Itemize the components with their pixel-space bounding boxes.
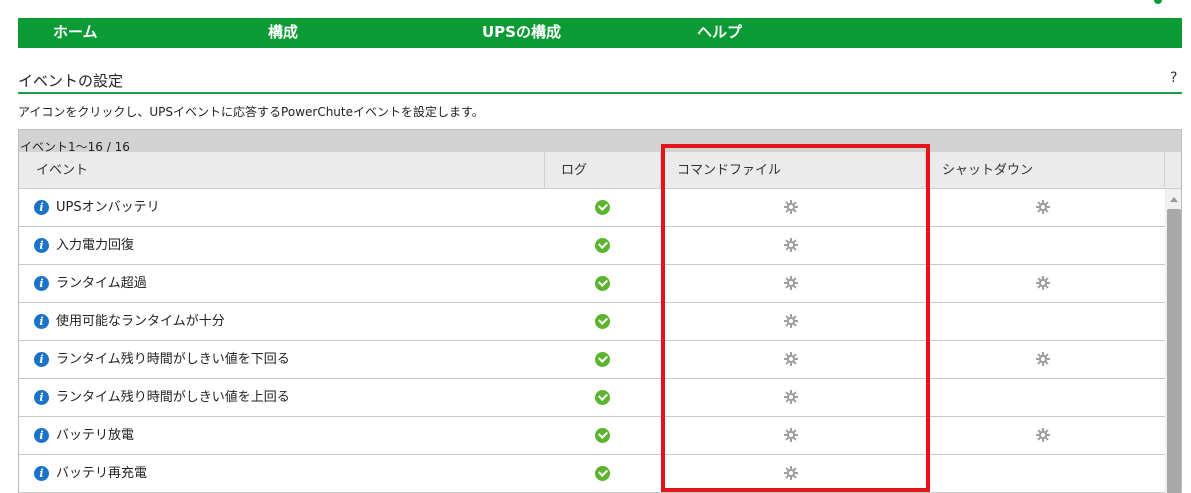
nav-home[interactable]: ホーム — [53, 18, 98, 48]
shutdown-gear-icon[interactable] — [1035, 199, 1051, 215]
command-file-gear-icon[interactable] — [783, 389, 799, 405]
info-icon[interactable]: i — [34, 200, 49, 215]
event-label: UPSオンバッテリ — [56, 200, 160, 215]
event-label: ランタイム残り時間がしきい値を上回る — [56, 390, 290, 405]
corner-marker — [1154, 0, 1162, 4]
table-row: i バッテリ再充電 — [19, 455, 1165, 493]
shutdown-gear-icon[interactable] — [1035, 351, 1051, 367]
info-icon[interactable]: i — [34, 466, 49, 481]
events-grid: イベント1〜16 / 16 イベント ログ コマンドファイル シャットダウン i… — [18, 129, 1182, 493]
event-label: バッテリ再充電 — [56, 466, 148, 481]
info-icon[interactable]: i — [34, 428, 49, 443]
column-header-log[interactable]: ログ — [545, 152, 661, 189]
grid-header-row: イベント ログ コマンドファイル シャットダウン — [19, 152, 1181, 189]
log-check-icon[interactable] — [595, 314, 610, 329]
event-label: ランタイム残り時間がしきい値を下回る — [56, 352, 290, 367]
title-divider — [18, 92, 1182, 94]
log-check-icon[interactable] — [595, 428, 610, 443]
command-file-gear-icon[interactable] — [783, 351, 799, 367]
table-row: i UPSオンバッテリ — [19, 189, 1165, 227]
info-icon[interactable]: i — [34, 276, 49, 291]
column-header-shutdown[interactable]: シャットダウン — [926, 152, 1165, 189]
log-check-icon[interactable] — [595, 200, 610, 215]
info-icon[interactable]: i — [34, 314, 49, 329]
column-header-command-file[interactable]: コマンドファイル — [661, 152, 926, 189]
grid-scrollbar[interactable] — [1165, 189, 1181, 493]
log-check-icon[interactable] — [595, 238, 610, 253]
main-nav-bar: ホーム 構成 UPSの構成 ヘルプ — [18, 18, 1182, 48]
table-row: i 使用可能なランタイムが十分 — [19, 303, 1165, 341]
command-file-gear-icon[interactable] — [783, 275, 799, 291]
log-check-icon[interactable] — [595, 466, 610, 481]
command-file-gear-icon[interactable] — [783, 313, 799, 329]
table-row: i ランタイム残り時間がしきい値を上回る — [19, 379, 1165, 417]
page-description: アイコンをクリックし、UPSイベントに応答するPowerChuteイベントを設定… — [18, 105, 484, 119]
event-label: ランタイム超過 — [56, 276, 147, 291]
info-icon[interactable]: i — [34, 352, 49, 367]
log-check-icon[interactable] — [595, 390, 610, 405]
info-icon[interactable]: i — [34, 390, 49, 405]
event-label: 使用可能なランタイムが十分 — [56, 314, 225, 329]
event-label: 入力電力回復 — [56, 238, 135, 253]
nav-ups-configuration[interactable]: UPSの構成 — [482, 18, 561, 48]
column-header-event[interactable]: イベント — [19, 152, 545, 189]
nav-help[interactable]: ヘルプ — [697, 18, 742, 48]
event-label: バッテリ放電 — [56, 428, 135, 443]
command-file-gear-icon[interactable] — [783, 199, 799, 215]
log-check-icon[interactable] — [595, 276, 610, 291]
command-file-gear-icon[interactable] — [783, 465, 799, 481]
table-row: i バッテリ放電 — [19, 417, 1165, 455]
table-row: i ランタイム超過 — [19, 265, 1165, 303]
command-file-gear-icon[interactable] — [783, 237, 799, 253]
shutdown-gear-icon[interactable] — [1035, 427, 1051, 443]
table-row: i ランタイム残り時間がしきい値を下回る — [19, 341, 1165, 379]
log-check-icon[interactable] — [595, 352, 610, 367]
shutdown-gear-icon[interactable] — [1035, 275, 1051, 291]
help-button[interactable]: ? — [1170, 70, 1177, 86]
grid-pager-bar: イベント1〜16 / 16 — [19, 130, 1181, 154]
command-file-gear-icon[interactable] — [783, 427, 799, 443]
table-row: i 入力電力回復 — [19, 227, 1165, 265]
page-title: イベントの設定 — [18, 72, 124, 90]
nav-configuration[interactable]: 構成 — [268, 18, 298, 48]
info-icon[interactable]: i — [34, 238, 49, 253]
scroll-thumb[interactable] — [1167, 209, 1181, 493]
scroll-up-arrow-icon[interactable] — [1170, 197, 1178, 202]
